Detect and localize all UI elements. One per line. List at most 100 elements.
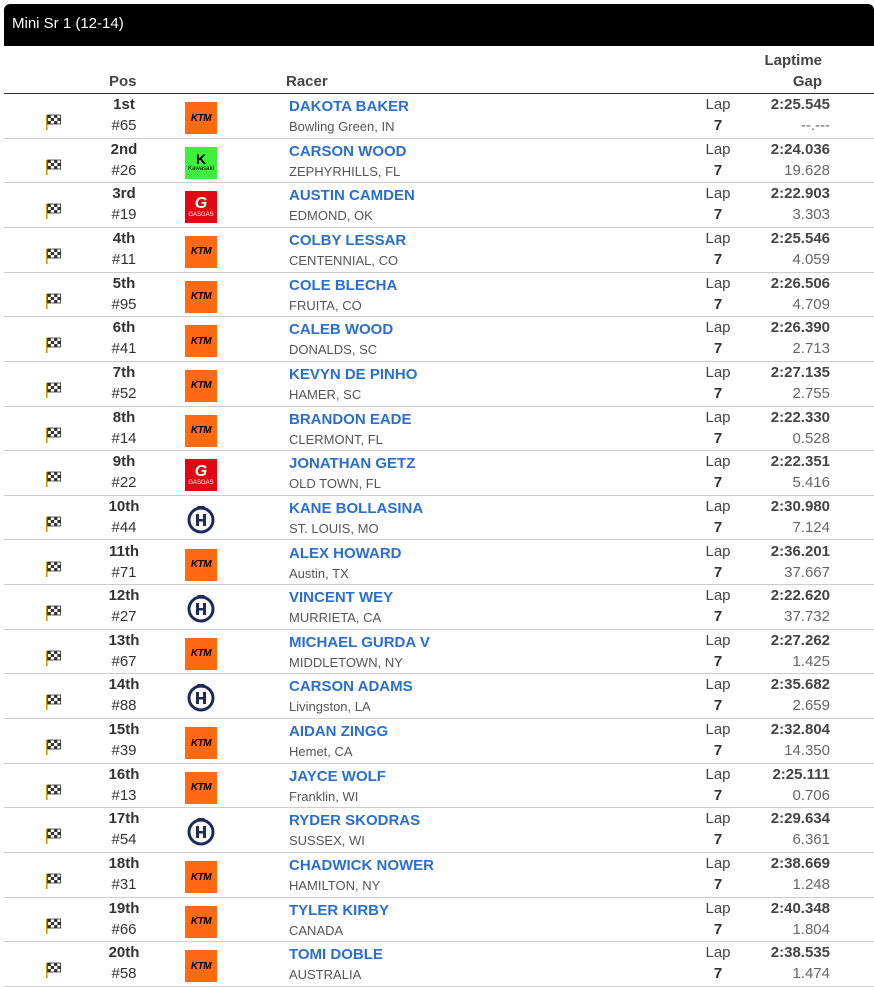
ktm-logo-icon: KTM [185, 414, 217, 447]
table-row: 8th #14 KTM BRANDON EADE CLERMONT, FL Lap 7 2:2… [4, 407, 874, 452]
checkered-flag-icon [46, 605, 61, 622]
laptime: 2:32.804 [770, 721, 830, 739]
lap-label: Lap [705, 542, 731, 560]
ktm-logo-icon: KTM [185, 325, 217, 358]
table-row: 2nd #26 K Kawasaki CARSON WOOD ZEPHYRHILLS, F… [4, 139, 874, 184]
racer-name-link[interactable]: JONATHAN GETZ [289, 455, 415, 472]
racer-name-link[interactable]: COLE BLECHA [289, 277, 397, 294]
lap-label: Lap [705, 140, 731, 158]
racer-hometown: CENTENNIAL, CO [289, 252, 399, 268]
table-row: 13th #67 KTM MICHAEL GURDA V MIDDLETOWN, NY L… [4, 630, 874, 675]
ktm-logo-icon: KTM [185, 235, 217, 268]
lap-count: 7 [713, 474, 723, 492]
checkered-flag-icon [46, 248, 61, 264]
gap: 2.659 [792, 697, 830, 715]
racer-hometown: Hemet, CA [289, 744, 353, 760]
racer-name-link[interactable]: AIDAN ZINGG [289, 723, 388, 740]
checkered-flag-icon [46, 159, 61, 175]
checkered-flag-icon [46, 471, 61, 488]
laptime: 2:24.036 [770, 140, 830, 158]
lap-count: 7 [713, 742, 723, 760]
checkered-flag-icon [46, 561, 61, 577]
laptime: 2:38.535 [770, 944, 830, 962]
lap-count: 7 [713, 786, 723, 804]
laptime: 2:30.980 [770, 497, 830, 515]
checkered-flag-icon [46, 739, 61, 756]
lap-label: Lap [705, 453, 731, 471]
racer-name-link[interactable]: CARSON ADAMS [289, 678, 413, 695]
bike-number: #22 [111, 474, 137, 492]
laptime: 2:27.135 [770, 363, 830, 381]
lap-label: Lap [705, 185, 731, 203]
checkered-flag-icon [46, 337, 61, 354]
table-row: 7th #52 KTM KEVYN DE PINHO HAMER, SC Lap 7 2:27… [4, 362, 874, 407]
table-row: 19th #66 KTM TYLER KIRBY CANADA Lap 7 2:40.348 1… [4, 898, 874, 943]
gap: 2.755 [792, 384, 830, 402]
ktm-logo-icon: KTM [185, 280, 217, 313]
bike-number: #26 [111, 161, 137, 179]
gap: 2.713 [792, 340, 830, 358]
lap-count: 7 [713, 920, 723, 938]
lap-label: Lap [705, 319, 731, 337]
table-row: 20th #58 KTM TOMI DOBLE AUSTRALIA Lap 7 2:38.53… [4, 942, 874, 987]
racer-name-link[interactable]: ALEX HOWARD [289, 545, 402, 562]
laptime: 2:25.111 [772, 765, 830, 783]
racer-name-link[interactable]: CHADWICK NOWER [289, 857, 434, 874]
racer-name-link[interactable]: TOMI DOBLE [289, 946, 383, 963]
racer-hometown: Bowling Green, IN [289, 119, 395, 134]
bike-number: #88 [111, 697, 137, 715]
racer-name-link[interactable]: CARSON WOOD [289, 143, 407, 160]
racer-name-link[interactable]: COLBY LESSAR [289, 232, 406, 249]
position: 14th [108, 676, 140, 694]
gap: 6.361 [792, 831, 830, 849]
position: 8th [112, 408, 136, 426]
bike-number: #27 [111, 608, 137, 626]
racer-name-link[interactable]: VINCENT WEY [289, 589, 393, 606]
gap: 1.474 [792, 965, 830, 983]
checkered-flag-icon [46, 828, 61, 845]
table-row: 11th #71 KTM ALEX HOWARD Austin, TX Lap 7 2:36.… [4, 541, 874, 586]
racer-name-link[interactable]: KEVYN DE PINHO [289, 366, 417, 383]
racer-name-link[interactable]: JAYCE WOLF [289, 768, 386, 785]
laptime: 2:40.348 [770, 899, 830, 917]
racer-hometown: MURRIETA, CA [289, 610, 382, 626]
ktm-logo-icon: KTM [185, 102, 217, 134]
racer-name-link[interactable]: CALEB WOOD [289, 321, 393, 338]
lap-count: 7 [713, 384, 723, 402]
header-gap: Gap [792, 73, 822, 90]
bike-number: #52 [111, 384, 137, 402]
laptime: 2:25.546 [770, 229, 830, 247]
gap: 19.628 [784, 161, 830, 179]
husqvarna-logo-icon [187, 818, 215, 846]
racer-hometown: AUSTRALIA [289, 967, 362, 983]
lap-count: 7 [713, 652, 723, 670]
position: 3rd [112, 185, 136, 203]
racer-name-link[interactable]: KANE BOLLASINA [289, 500, 423, 517]
bike-number: #71 [111, 563, 137, 581]
ktm-logo-icon: KTM [185, 548, 217, 581]
laptime: 2:22.330 [770, 408, 830, 426]
gap: 5.416 [792, 474, 830, 492]
lap-label: Lap [705, 96, 731, 113]
laptime: 2:25.545 [770, 96, 830, 113]
table-row: 15th #39 KTM AIDAN ZINGG Hemet, CA Lap 7 2:32.8… [4, 719, 874, 764]
lap-label: Lap [705, 587, 731, 605]
racer-name-link[interactable]: BRANDON EADE [289, 411, 412, 428]
gasgas-logo-icon: G GASGAS [185, 191, 217, 224]
position: 10th [108, 497, 140, 515]
lap-count: 7 [713, 965, 723, 983]
racer-name-link[interactable]: AUSTIN CAMDEN [289, 187, 415, 204]
lap-count: 7 [713, 161, 723, 179]
racer-hometown: Livingston, LA [289, 699, 371, 715]
table-row: 4th #11 KTM COLBY LESSAR CENTENNIAL, CO Lap 7 2… [4, 228, 874, 273]
gap: 0.706 [792, 786, 830, 804]
bike-number: #95 [111, 295, 137, 313]
racer-name-link[interactable]: RYDER SKODRAS [289, 812, 420, 829]
gap: 1.804 [792, 920, 830, 938]
racer-name-link[interactable]: MICHAEL GURDA V [289, 634, 430, 651]
gap: 7.124 [792, 518, 830, 536]
position: 20th [108, 944, 140, 962]
racer-name-link[interactable]: TYLER KIRBY [289, 902, 389, 919]
bike-number: #44 [111, 518, 137, 536]
racer-name-link[interactable]: DAKOTA BAKER [289, 98, 409, 115]
